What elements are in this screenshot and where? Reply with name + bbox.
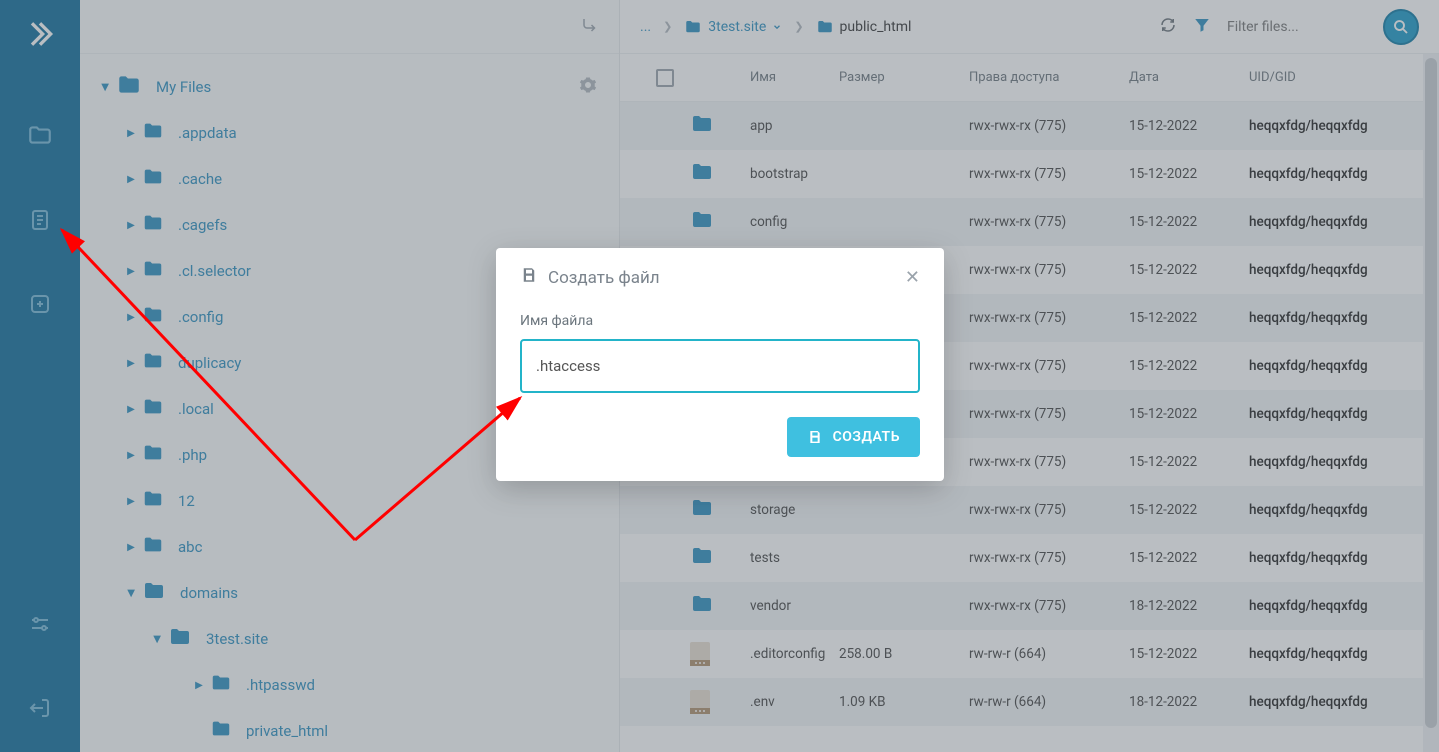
create-button-label: СОЗДАТЬ <box>833 429 900 445</box>
filename-input[interactable] <box>520 339 920 393</box>
close-icon[interactable]: ✕ <box>905 267 920 288</box>
dialog-title: Создать файл <box>548 268 660 288</box>
create-button[interactable]: СОЗДАТЬ <box>787 417 920 457</box>
filename-label: Имя файла <box>520 313 920 329</box>
create-file-dialog: Создать файл ✕ Имя файла СОЗДАТЬ <box>496 248 944 481</box>
save-icon <box>520 266 538 289</box>
